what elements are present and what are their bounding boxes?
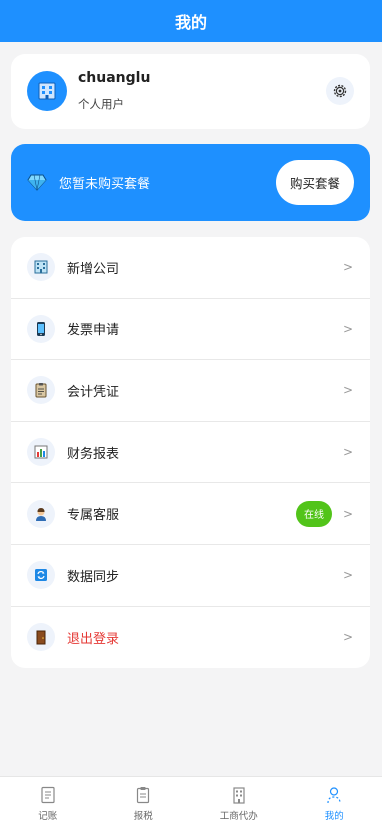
chevron-right-icon: > <box>342 568 353 583</box>
profile-card[interactable]: chuanglu 个人用户 <box>11 54 370 129</box>
support-agent-icon <box>27 499 55 528</box>
chevron-right-icon: > <box>342 321 353 336</box>
tab-label: 我的 <box>324 810 344 822</box>
ledger-icon <box>41 786 55 803</box>
plan-status-text: 您暂未购买套餐 <box>59 177 151 192</box>
tab-business-agency[interactable]: 工商代办 <box>191 777 287 830</box>
menu-item-voucher[interactable]: 会计凭证 > <box>11 360 370 422</box>
chevron-right-icon: > <box>342 383 353 398</box>
chevron-right-icon: > <box>342 445 353 460</box>
diamond-icon <box>27 174 47 191</box>
settings-button[interactable] <box>326 77 354 105</box>
avatar[interactable] <box>27 71 67 111</box>
user-name: chuanglu <box>78 70 151 86</box>
page-title: 我的 <box>174 13 207 32</box>
tab-label: 工商代办 <box>219 810 258 822</box>
menu-item-label: 专属客服 <box>67 508 120 524</box>
online-status-badge: 在线 <box>296 500 332 527</box>
tab-bookkeeping[interactable]: 记账 <box>0 777 96 830</box>
user-icon <box>327 786 341 803</box>
clipboard-icon <box>137 786 150 803</box>
chevron-right-icon: > <box>342 506 353 521</box>
phone-icon <box>27 314 55 343</box>
gear-icon <box>333 84 347 98</box>
menu-item-label: 退出登录 <box>67 631 120 647</box>
user-type: 个人用户 <box>78 97 124 111</box>
page-header: 我的 <box>0 0 382 42</box>
menu-item-data-sync[interactable]: 数据同步 > <box>11 545 370 607</box>
bottom-tab-bar: 记账 报税 工商代办 我的 <box>0 776 382 830</box>
menu-item-support[interactable]: 专属客服 在线 > <box>11 483 370 545</box>
menu-item-label: 会计凭证 <box>67 384 120 400</box>
menu-item-label: 新增公司 <box>67 261 120 277</box>
sync-icon <box>27 561 55 590</box>
tab-mine[interactable]: 我的 <box>287 777 382 830</box>
menu-item-label: 发票申请 <box>67 323 120 339</box>
menu-list: 新增公司 > 发票申请 > 会计凭证 > 财务报表 > 专属客服 在线 > 数据… <box>11 237 370 668</box>
clipboard-icon <box>27 376 55 405</box>
building-icon <box>38 82 56 100</box>
tab-label: 记账 <box>38 810 58 822</box>
chevron-right-icon: > <box>342 630 353 645</box>
chevron-right-icon: > <box>342 260 353 275</box>
menu-item-invoice[interactable]: 发票申请 > <box>11 299 370 361</box>
building-icon <box>27 253 55 282</box>
door-icon <box>27 623 55 652</box>
building-icon <box>233 786 245 804</box>
menu-item-financial-report[interactable]: 财务报表 > <box>11 422 370 484</box>
bar-chart-icon <box>27 438 55 467</box>
tab-tax[interactable]: 报税 <box>96 777 192 830</box>
menu-item-label: 财务报表 <box>67 446 120 462</box>
menu-item-add-company[interactable]: 新增公司 > <box>11 237 370 299</box>
menu-item-label: 数据同步 <box>67 569 120 585</box>
tab-label: 报税 <box>133 810 153 822</box>
buy-plan-button[interactable]: 购买套餐 <box>276 160 354 205</box>
menu-item-logout[interactable]: 退出登录 > <box>11 607 370 668</box>
plan-banner: 您暂未购买套餐 购买套餐 <box>11 144 370 221</box>
